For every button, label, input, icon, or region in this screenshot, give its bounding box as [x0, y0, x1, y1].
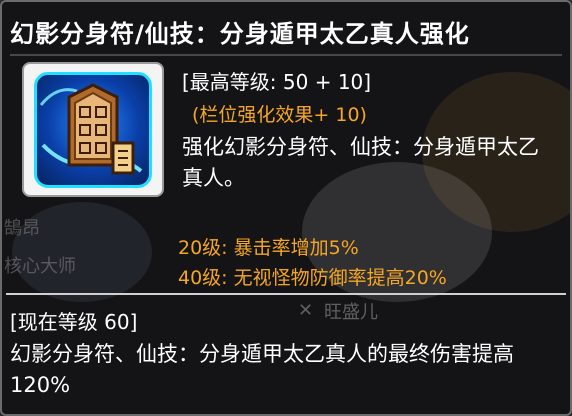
milestone-20: 20级: 暴击率增加5%	[178, 237, 359, 259]
skill-tooltip: 鵠昂 核心大师 ✕ 旺盛儿 幻影分身符/仙技：分身遁甲太乙真人强化 [最高等级:…	[0, 0, 572, 416]
section-divider	[6, 293, 566, 295]
skill-icon-frame	[22, 62, 164, 197]
skill-title: 幻影分身符/仙技：分身遁甲太乙真人强化	[10, 20, 470, 48]
max-level: [最高等级: 50 + 10]	[182, 70, 372, 94]
title-divider	[10, 54, 562, 56]
slot-bonus: (栏位强化效果+ 10)	[192, 104, 367, 126]
talisman-skill-icon	[34, 72, 152, 188]
milestone-40: 40级: 无视怪物防御率提高20%	[178, 267, 447, 289]
background-text: 鵠昂	[4, 218, 40, 239]
background-close-icon: ✕	[298, 300, 314, 321]
background-text: 旺盛儿	[324, 302, 378, 323]
current-level: [现在等级 60]	[10, 310, 138, 334]
current-effect: 幻影分身符、仙技：分身遁甲太乙真人的最终伤害提高120%	[10, 342, 514, 397]
background-text: 核心大师	[4, 256, 76, 277]
skill-description: 强化幻影分身符、仙技：分身遁甲太乙真人。	[182, 135, 539, 190]
